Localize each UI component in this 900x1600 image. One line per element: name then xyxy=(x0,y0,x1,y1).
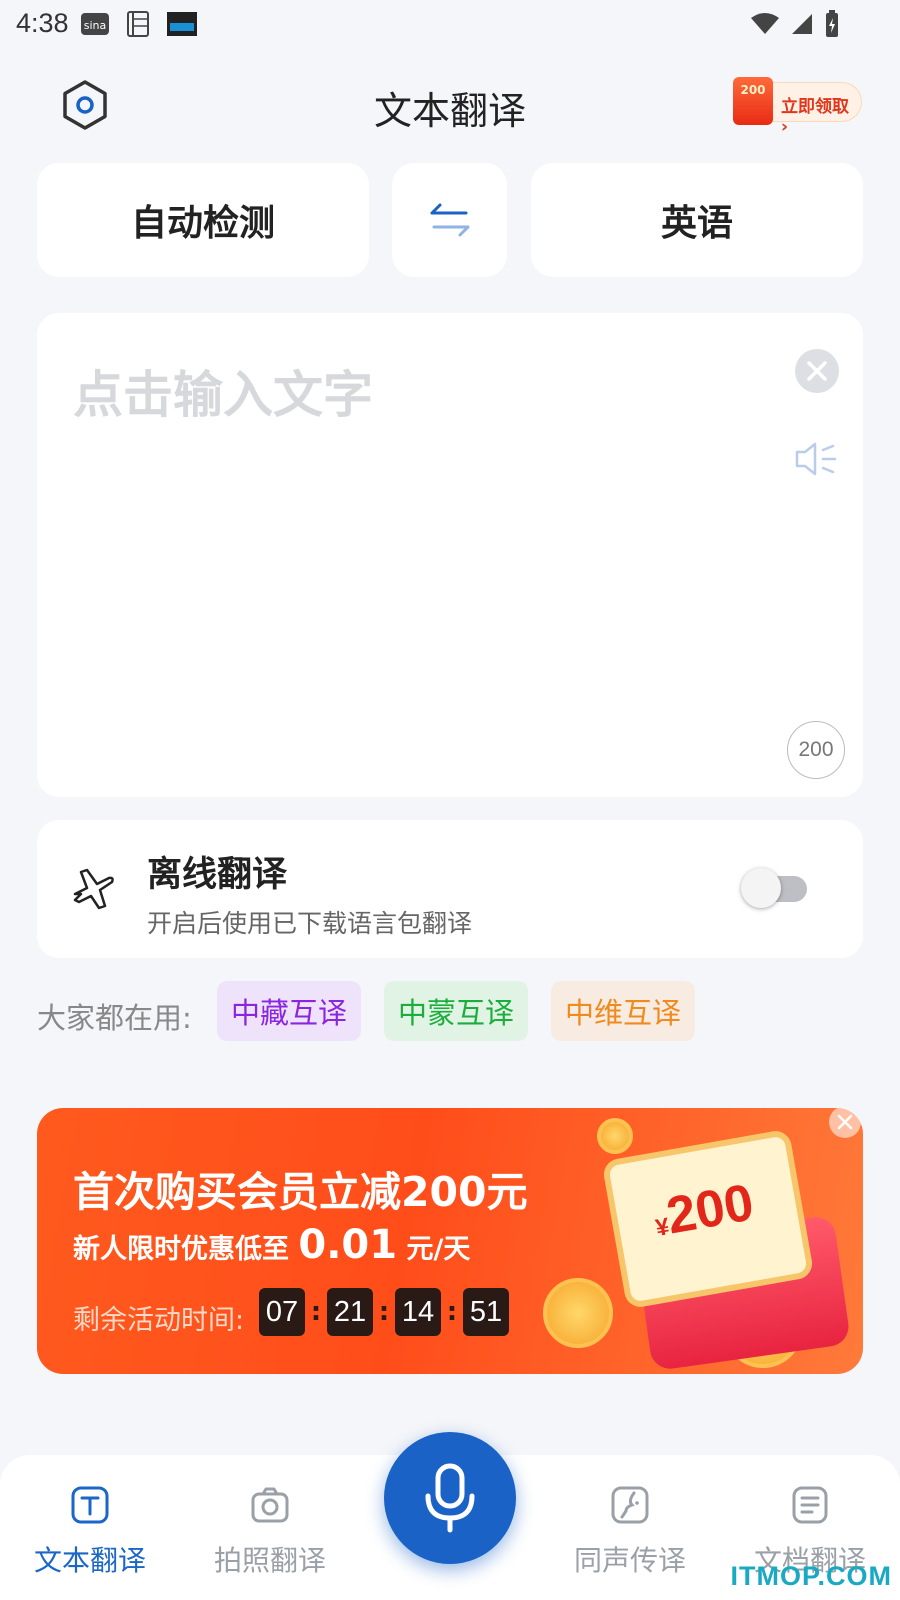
swap-arrows-icon xyxy=(430,203,469,237)
system-indicators xyxy=(750,10,840,38)
swap-languages-button[interactable] xyxy=(392,163,507,277)
sina-icon: sina xyxy=(81,13,109,35)
toggle-knob xyxy=(741,868,781,908)
nav-label: 同声传译 xyxy=(573,1544,686,1577)
document-icon xyxy=(792,1486,828,1524)
status-time: 4:38 xyxy=(16,8,69,38)
char-limit-counter: 200 xyxy=(787,721,845,779)
interpret-icon xyxy=(611,1486,649,1524)
coin-icon xyxy=(543,1278,613,1348)
tag-label: 中藏互译 xyxy=(230,996,347,1030)
sim-card-icon xyxy=(127,11,149,37)
coupon-amount: 200 xyxy=(662,1173,758,1246)
clock-widget-icon xyxy=(167,12,197,36)
countdown-hours: 07 xyxy=(259,1288,305,1336)
close-banner-button[interactable] xyxy=(829,1108,861,1138)
nav-label: 文本翻译 xyxy=(33,1544,146,1577)
offline-translate-card: 离线翻译 开启后使用已下载语言包翻译 xyxy=(37,820,863,958)
countdown-minutes: 21 xyxy=(327,1288,373,1336)
tag-label: 中蒙互译 xyxy=(397,996,514,1030)
input-placeholder: 点击输入文字 xyxy=(73,366,373,424)
popular-label: 大家都在用: xyxy=(37,1001,192,1035)
timer-colon: : xyxy=(310,1297,322,1327)
wifi-icon xyxy=(751,13,779,34)
tag-label: 中维互译 xyxy=(564,996,681,1030)
gift-envelope-icon: 200 xyxy=(733,77,773,125)
tag-zh-mongolian[interactable]: 中蒙互译 xyxy=(384,981,528,1041)
text-translate-icon xyxy=(71,1486,109,1524)
banner-sub-suffix: 元/天 xyxy=(406,1234,471,1265)
app-header: 文本翻译 200 立即领取 › xyxy=(0,60,900,150)
speaker-icon[interactable] xyxy=(793,439,839,479)
claim-coupon-button[interactable]: 200 立即领取 › xyxy=(733,77,862,137)
source-language-selector[interactable]: 自动检测 xyxy=(37,163,369,277)
watermark: ITMOP.COM xyxy=(730,1561,892,1591)
nav-text-translate[interactable]: 文本翻译 xyxy=(0,1485,180,1579)
close-icon xyxy=(807,361,827,381)
clear-button[interactable] xyxy=(795,349,839,393)
camera-icon xyxy=(251,1487,289,1523)
status-bar: 4:38 sina xyxy=(0,0,900,50)
countdown-centiseconds: 51 xyxy=(463,1288,509,1336)
membership-promo-banner[interactable]: ¥200 首次购买会员立减200元 新人限时优惠低至 0.01 元/天 剩余活动… xyxy=(37,1108,863,1374)
claim-coupon-label: 立即领取 › xyxy=(781,97,849,137)
banner-price: 0.01 xyxy=(298,1222,398,1268)
timer-colon: : xyxy=(446,1297,458,1327)
nav-simultaneous-interpret[interactable]: 同声传译 xyxy=(540,1485,720,1579)
close-icon xyxy=(837,1114,853,1130)
target-language-selector[interactable]: 英语 xyxy=(531,163,863,277)
svg-text:sina: sina xyxy=(84,19,107,32)
battery-icon xyxy=(826,10,838,37)
cell-signal-icon xyxy=(792,14,812,34)
coin-icon xyxy=(597,1118,633,1154)
tag-zh-uyghur[interactable]: 中维互译 xyxy=(551,981,695,1041)
voice-input-button[interactable] xyxy=(384,1432,516,1564)
timer-colon: : xyxy=(378,1297,390,1327)
banner-subline: 新人限时优惠低至 0.01 元/天 xyxy=(73,1222,470,1268)
source-language-label: 自动检测 xyxy=(130,203,275,244)
nav-photo-translate[interactable]: 拍照翻译 xyxy=(180,1485,360,1579)
promo-amount: 200 xyxy=(740,83,766,97)
offline-title: 离线翻译 xyxy=(147,855,288,895)
banner-sub-prefix: 新人限时优惠低至 xyxy=(73,1234,289,1265)
offline-toggle[interactable] xyxy=(741,868,807,908)
banner-headline: 首次购买会员立减200元 xyxy=(73,1168,528,1216)
microphone-icon xyxy=(425,1463,475,1533)
offline-subtitle: 开启后使用已下载语言包翻译 xyxy=(147,909,473,938)
banner-illustration: ¥200 xyxy=(483,1108,863,1374)
countdown-label: 剩余活动时间: xyxy=(73,1305,245,1336)
nav-label: 拍照翻译 xyxy=(213,1544,326,1577)
countdown-timer: 07 : 21 : 14 : 51 xyxy=(259,1288,509,1336)
target-language-label: 英语 xyxy=(660,203,733,244)
tag-zh-tibetan[interactable]: 中藏互译 xyxy=(217,981,361,1041)
countdown-seconds: 14 xyxy=(395,1288,441,1336)
text-input-area[interactable]: 点击输入文字 200 xyxy=(37,313,863,797)
airplane-icon xyxy=(73,868,114,910)
